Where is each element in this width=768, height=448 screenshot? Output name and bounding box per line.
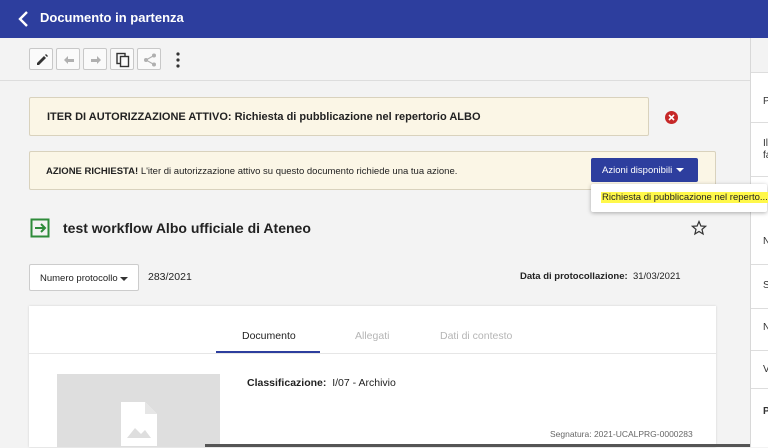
image-file-icon	[121, 402, 157, 446]
segnatura: Segnatura: 2021-UCALPRG-0000283	[550, 429, 693, 439]
caret-down-icon	[120, 277, 128, 281]
side-panel-text: P	[763, 96, 768, 107]
document-title: test workflow Albo ufficiale di Ateneo	[63, 220, 311, 236]
share-button[interactable]	[137, 48, 161, 70]
side-panel-text: N	[763, 236, 768, 247]
side-panel-text: V	[763, 364, 768, 375]
star-icon[interactable]	[691, 220, 707, 236]
tabs-divider	[29, 353, 716, 354]
copy-button[interactable]	[110, 48, 134, 70]
action-banner-message: L'iter di autorizzazione attivo su quest…	[138, 166, 458, 177]
protocol-date: Data di protocollazione: 31/03/2021	[520, 271, 681, 282]
classification: Classificazione: I/07 - Archivio	[247, 377, 396, 389]
classification-value: I/07 - Archivio	[332, 377, 396, 389]
iter-banner-text: ITER DI AUTORIZZAZIONE ATTIVO: Richiesta…	[47, 111, 481, 123]
actions-available-button[interactable]: Azioni disponibili	[591, 158, 698, 182]
back-arrow-icon[interactable]	[14, 9, 34, 29]
app-bar: Documento in partenza	[0, 0, 768, 38]
document-preview[interactable]	[57, 374, 220, 447]
side-panel-header	[751, 38, 768, 73]
iter-banner: ITER DI AUTORIZZAZIONE ATTIVO: Richiesta…	[29, 97, 649, 136]
menu-item-publication-request[interactable]: Richiesta di pubblicazione nel reperto..…	[601, 192, 768, 203]
caret-down-icon	[676, 168, 684, 172]
protocol-date-value: 31/03/2021	[632, 271, 681, 282]
copy-icon	[116, 52, 130, 68]
edit-icon	[37, 54, 48, 65]
toolbar	[0, 38, 750, 81]
actions-dropdown-menu: Richiesta di pubblicazione nel reperto..…	[591, 184, 768, 212]
action-banner-text: AZIONE RICHIESTA! L'iter di autorizzazio…	[46, 166, 457, 177]
undo-icon	[64, 56, 74, 64]
side-panel-text: N	[763, 322, 768, 333]
redo-icon	[91, 56, 101, 64]
action-banner-bold: AZIONE RICHIESTA!	[46, 166, 139, 177]
protocol-select[interactable]: Numero protocollo	[29, 264, 139, 291]
more-vert-icon[interactable]	[172, 50, 184, 70]
protocol-date-label: Data di protocollazione:	[520, 271, 628, 282]
classification-label: Classificazione:	[247, 377, 327, 389]
side-panel-text: fa	[763, 150, 768, 161]
undo-button[interactable]	[56, 48, 80, 70]
share-icon	[144, 53, 156, 67]
edit-button[interactable]	[29, 48, 53, 70]
page-title: Documento in partenza	[40, 10, 184, 25]
tab-dati-di-contesto[interactable]: Dati di contesto	[440, 330, 512, 342]
side-panel: P Il fa N S N V P	[750, 38, 768, 447]
tab-allegati[interactable]: Allegati	[355, 330, 389, 342]
side-panel-text: P	[763, 406, 768, 417]
protocol-number: 283/2021	[148, 271, 192, 283]
tab-documento[interactable]: Documento	[242, 330, 296, 342]
close-circle-icon[interactable]	[665, 111, 678, 124]
actions-button-label: Azioni disponibili	[602, 165, 673, 176]
redo-button[interactable]	[83, 48, 107, 70]
outgoing-document-icon	[30, 218, 50, 238]
side-panel-text: Il	[763, 138, 768, 149]
side-panel-text: S	[763, 280, 768, 291]
protocol-select-label: Numero protocollo	[40, 273, 118, 284]
document-card: Documento Allegati Dati di contesto Clas…	[29, 306, 716, 447]
